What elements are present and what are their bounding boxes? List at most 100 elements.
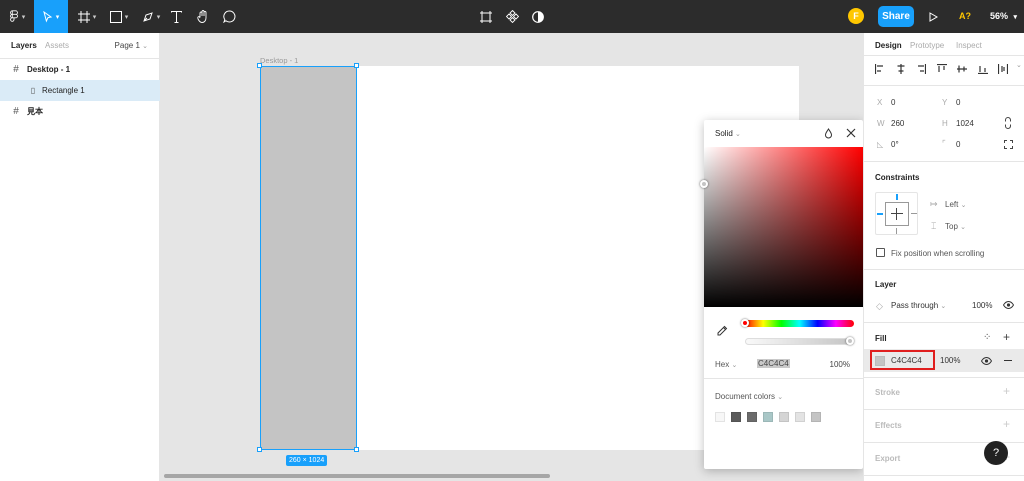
hex-input[interactable]: C4C4C4 [757, 359, 790, 368]
document-color-swatch[interactable] [779, 412, 789, 422]
color-area-knob[interactable] [700, 180, 708, 188]
divider [864, 377, 1024, 378]
opacity-slider-knob[interactable] [846, 337, 854, 345]
tab-layers[interactable]: Layers [11, 41, 37, 50]
document-color-swatch[interactable] [747, 412, 757, 422]
user-avatar[interactable]: F [848, 8, 864, 24]
main-menu-button[interactable]: ▾ [0, 0, 34, 33]
fill-opacity-input[interactable]: 100% [940, 356, 960, 365]
constraint-bottom-indicator[interactable] [896, 228, 897, 234]
component-set-button[interactable] [503, 0, 521, 33]
layer-item-rectangle-1[interactable]: ▯ Rectangle 1 [0, 80, 160, 101]
document-color-swatch[interactable] [795, 412, 805, 422]
tab-prototype[interactable]: Prototype [910, 41, 944, 50]
fill-type-dropdown[interactable]: Solid ⌄ [715, 129, 741, 138]
layer-item-desktop-1[interactable]: # Desktop - 1 [0, 59, 160, 80]
corner-radius-input[interactable]: 0 [956, 140, 960, 149]
tab-inspect[interactable]: Inspect [956, 41, 982, 50]
create-component-button[interactable] [477, 0, 495, 33]
frame-hash-icon: # [13, 106, 19, 117]
layer-item-sample[interactable]: # 見本 [0, 101, 160, 122]
align-right-icon[interactable] [916, 64, 926, 74]
half-circle-icon [532, 10, 544, 23]
document-color-swatch[interactable] [731, 412, 741, 422]
document-color-swatch[interactable] [715, 412, 725, 422]
document-colors-dropdown[interactable]: Document colors ⌄ [715, 392, 783, 401]
layer-opacity-input[interactable]: 100% [972, 301, 992, 310]
frame-label[interactable]: Desktop - 1 [260, 56, 298, 65]
horizontal-constraint-dropdown[interactable]: Left ⌄ [945, 200, 966, 209]
constraints-title: Constraints [875, 173, 920, 182]
constraints-widget[interactable] [875, 192, 918, 235]
horizontal-scrollbar[interactable] [164, 474, 550, 478]
align-top-icon[interactable] [936, 64, 947, 74]
blend-drop-icon[interactable] [824, 128, 833, 139]
selected-rectangle[interactable] [260, 66, 357, 450]
effects-section-title: Effects [875, 421, 902, 430]
x-input[interactable]: 0 [891, 98, 895, 107]
zoom-level-dropdown[interactable]: 56% ▾ [990, 11, 1017, 21]
horizontal-constraint-label: Left [945, 200, 959, 209]
color-format-dropdown[interactable]: Hex ⌄ [715, 360, 737, 369]
remove-fill-minus-icon[interactable] [1004, 360, 1012, 361]
page-selector[interactable]: Page 1 ⌄ [115, 41, 148, 50]
align-horizontal-center-icon[interactable] [896, 64, 906, 74]
opacity-input[interactable]: 100% [830, 360, 850, 369]
eye-icon[interactable] [981, 357, 992, 365]
chevron-down-icon: ▾ [124, 13, 129, 21]
document-color-swatch[interactable] [811, 412, 821, 422]
y-input[interactable]: 0 [956, 98, 960, 107]
opacity-slider[interactable] [745, 338, 854, 345]
blend-mode-label: Pass through [891, 301, 939, 310]
eyedropper-icon[interactable] [717, 325, 728, 336]
align-left-icon[interactable] [875, 64, 885, 74]
tab-design[interactable]: Design [875, 41, 902, 50]
distribute-icon[interactable] [998, 64, 1008, 74]
constraint-right-indicator[interactable] [911, 213, 917, 214]
height-input[interactable]: 1024 [956, 119, 974, 128]
play-triangle-icon [929, 11, 938, 22]
hue-slider-knob[interactable] [741, 319, 749, 327]
align-vertical-center-icon[interactable] [957, 64, 967, 74]
tab-assets[interactable]: Assets [45, 41, 69, 50]
constraint-left-indicator[interactable] [877, 213, 883, 215]
hand-tool-button[interactable] [192, 0, 214, 33]
resize-handle-bottom-right[interactable] [354, 447, 359, 452]
mask-button[interactable] [529, 0, 547, 33]
align-bottom-icon[interactable] [977, 64, 988, 74]
saturation-value-area[interactable] [704, 147, 863, 307]
constrain-proportions-icon[interactable] [1004, 117, 1012, 129]
add-fill-plus-icon[interactable]: + [1003, 330, 1010, 344]
text-tool-button[interactable] [166, 0, 186, 33]
hue-slider[interactable] [745, 320, 854, 327]
chevron-down-icon[interactable]: ⌄ [1016, 61, 1022, 69]
resize-handle-top-right[interactable] [354, 63, 359, 68]
move-tool-button[interactable]: ▾ [34, 0, 68, 33]
constraint-top-indicator[interactable] [896, 194, 898, 200]
add-stroke-plus-icon[interactable]: + [1003, 384, 1010, 398]
font-missing-badge[interactable]: A? [959, 11, 971, 21]
resize-handle-bottom-left[interactable] [257, 447, 262, 452]
zoom-level-value: 56% [990, 11, 1009, 21]
rotation-input[interactable]: 0° [891, 140, 899, 149]
frame-tool-button[interactable]: ▾ [72, 0, 102, 33]
shape-tool-button[interactable]: ▾ [104, 0, 134, 33]
fix-position-checkbox[interactable] [876, 248, 885, 257]
close-icon[interactable] [846, 128, 856, 138]
constraints-box [885, 202, 909, 226]
present-button[interactable] [926, 0, 940, 33]
document-color-swatch[interactable] [763, 412, 773, 422]
width-input[interactable]: 260 [891, 119, 904, 128]
fill-styles-grid-icon[interactable]: ⁘ [983, 332, 991, 343]
share-button[interactable]: Share [878, 6, 914, 27]
vertical-constraint-dropdown[interactable]: Top ⌄ [945, 222, 966, 231]
blend-mode-dropdown[interactable]: Pass through ⌄ [891, 301, 946, 310]
chevron-down-icon: ⌄ [960, 202, 967, 209]
eye-icon[interactable] [1003, 301, 1014, 309]
independent-corners-icon[interactable] [1004, 140, 1013, 149]
resize-handle-top-left[interactable] [257, 63, 262, 68]
help-button[interactable]: ? [984, 441, 1008, 465]
pen-tool-button[interactable]: ▾ [136, 0, 166, 33]
add-effect-plus-icon[interactable]: + [1003, 417, 1010, 431]
comment-tool-button[interactable] [218, 0, 240, 33]
